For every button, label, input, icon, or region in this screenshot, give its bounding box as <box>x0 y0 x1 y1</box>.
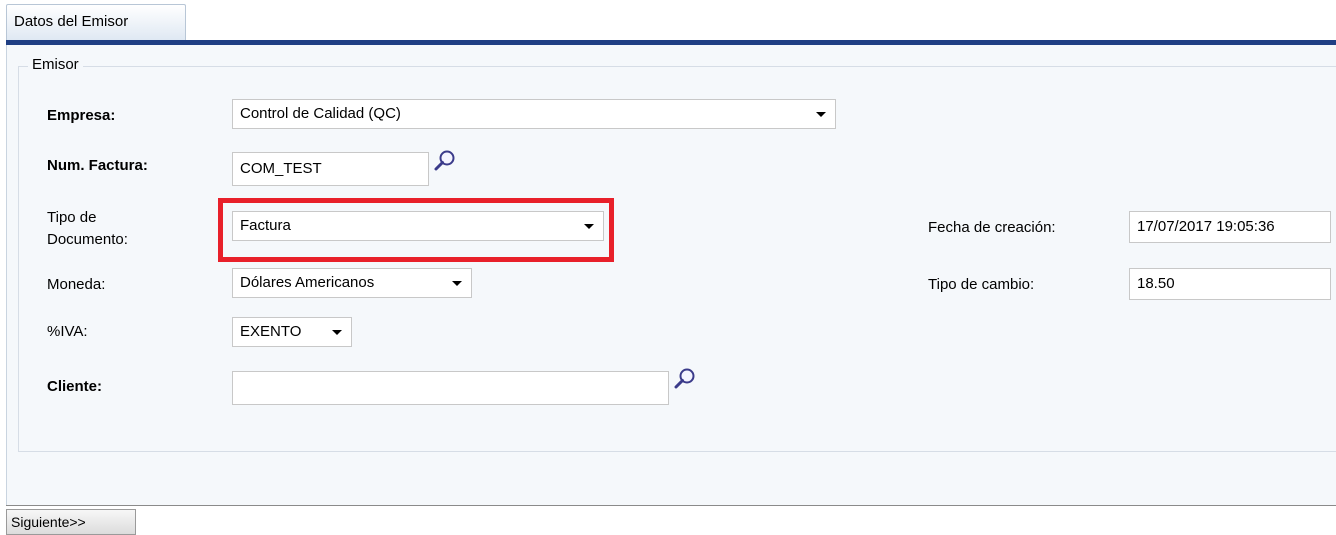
cliente-input[interactable] <box>232 371 669 405</box>
tab-datos-del-emisor[interactable]: Datos del Emisor <box>6 4 186 40</box>
next-button[interactable]: Siguiente>> <box>6 509 136 535</box>
search-icon[interactable] <box>673 367 697 391</box>
cliente-label: Cliente: <box>47 378 103 395</box>
fecha-creacion-value: 17/07/2017 19:05:36 <box>1137 218 1275 235</box>
highlight-box <box>218 198 614 262</box>
fieldset-legend: Emisor <box>28 56 83 74</box>
caret-down-icon <box>452 281 462 286</box>
num-factura-value: COM_TEST <box>240 160 322 177</box>
empresa-select[interactable]: Control de Calidad (QC) <box>232 99 836 129</box>
tipo-cambio-label: Tipo de cambio: <box>928 276 1035 293</box>
iva-label: %IVA: <box>47 323 88 340</box>
empresa-value: Control de Calidad (QC) <box>240 105 401 122</box>
iva-select[interactable]: EXENTO <box>232 317 352 347</box>
caret-down-icon <box>816 112 826 117</box>
caret-down-icon <box>332 330 342 335</box>
tipo-cambio-value: 18.50 <box>1137 275 1175 292</box>
footer-divider <box>6 505 1336 506</box>
num-factura-label: Num. Factura: <box>47 157 148 174</box>
empresa-label: Empresa: <box>47 107 116 124</box>
tipo-documento-label-line1: Tipo de <box>47 209 97 226</box>
fecha-creacion-label: Fecha de creación: <box>928 219 1056 236</box>
fecha-creacion-input[interactable]: 17/07/2017 19:05:36 <box>1129 211 1331 243</box>
search-icon[interactable] <box>433 149 457 173</box>
moneda-label: Moneda: <box>47 276 106 293</box>
moneda-value: Dólares Americanos <box>240 274 375 291</box>
moneda-select[interactable]: Dólares Americanos <box>232 268 472 298</box>
num-factura-input[interactable]: COM_TEST <box>232 152 429 186</box>
tipo-documento-label-line2: Documento: <box>47 231 128 248</box>
tipo-cambio-input[interactable]: 18.50 <box>1129 268 1331 300</box>
iva-value: EXENTO <box>240 323 302 340</box>
